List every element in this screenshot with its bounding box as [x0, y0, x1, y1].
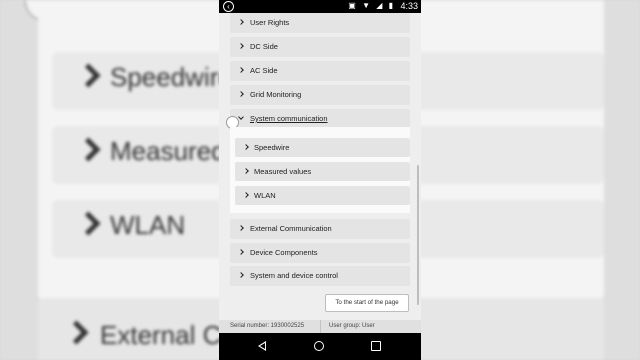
start-of-page-button[interactable]: To the start of the page	[325, 294, 409, 312]
user-group: User group: User	[329, 323, 375, 329]
menu-item-ac-side[interactable]: AC Side	[230, 61, 410, 81]
menu-item-system-device-control[interactable]: System and device control	[230, 266, 410, 286]
back-circle-icon[interactable]: ‹	[223, 1, 234, 12]
menu-item-system-communication[interactable]: System communication	[230, 109, 410, 129]
menu-item-user-rights[interactable]: User Rights	[230, 13, 410, 33]
android-nav-bar	[219, 333, 421, 360]
bg-chevron-icon	[64, 320, 89, 345]
chevron-down-icon	[238, 114, 244, 120]
status-bar: ‹ ▣ ▼ ◢ ▮ 4:33	[219, 0, 421, 13]
chevron-right-icon	[238, 249, 244, 255]
chevron-right-icon	[243, 192, 249, 198]
bg-chevron-icon	[76, 63, 101, 88]
menu-item-grid-monitoring[interactable]: Grid Monitoring	[230, 85, 410, 105]
menu-item-external-communication[interactable]: External Communication	[230, 219, 410, 239]
submenu-item-wlan[interactable]: WLAN	[235, 186, 410, 205]
nav-back-icon[interactable]	[258, 341, 266, 351]
menu-item-device-components[interactable]: Device Components	[230, 243, 410, 263]
clock: 4:33	[400, 1, 418, 11]
footer: Serial number: 1930002525 User group: Us…	[219, 320, 421, 333]
page-content: User Rights DC Side AC Side Grid Monitor…	[219, 13, 421, 320]
chevron-right-icon	[243, 168, 249, 174]
chevron-right-icon	[238, 225, 244, 231]
bg-chevron-icon	[76, 137, 101, 162]
bg-chevron-icon	[76, 211, 101, 236]
submenu-item-speedwire[interactable]: Speedwire	[235, 138, 410, 157]
nav-home-icon[interactable]	[314, 341, 324, 351]
chevron-right-icon	[238, 19, 244, 25]
submenu-item-measured-values[interactable]: Measured values	[235, 162, 410, 181]
menu-item-dc-side[interactable]: DC Side	[230, 37, 410, 57]
phone-screen: ‹ ▣ ▼ ◢ ▮ 4:33 User Rights DC Side AC Si…	[219, 0, 421, 360]
footer-divider	[320, 320, 321, 333]
status-icons: ▣ ▼ ◢ ▮	[348, 1, 395, 10]
chevron-right-icon	[238, 43, 244, 49]
serial-number: Serial number: 1930002525	[230, 323, 305, 329]
chevron-right-icon	[243, 144, 249, 150]
chevron-right-icon	[238, 91, 244, 97]
scrollbar[interactable]	[417, 165, 419, 305]
chevron-right-icon	[238, 67, 244, 73]
nav-recent-apps-icon[interactable]	[371, 341, 381, 351]
chevron-right-icon	[238, 272, 244, 278]
